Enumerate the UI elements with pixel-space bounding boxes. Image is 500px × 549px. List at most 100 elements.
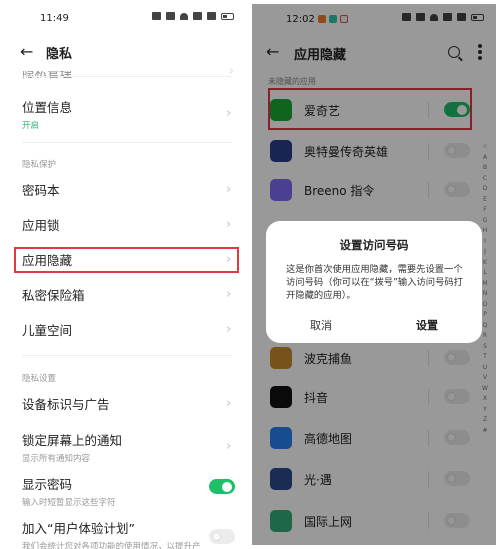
hide-app-toggle[interactable]: [444, 513, 470, 528]
index-letter[interactable]: Y: [483, 405, 487, 416]
app-row[interactable]: 国际上网: [252, 501, 496, 541]
index-letter[interactable]: C: [483, 174, 487, 185]
index-letter[interactable]: O: [483, 300, 488, 311]
wifi-icon: [430, 13, 438, 21]
hide-app-toggle[interactable]: [444, 182, 470, 197]
section-header-privacy-settings: 隐私设置: [22, 374, 57, 384]
back-arrow-icon[interactable]: ←: [20, 42, 33, 62]
notification-app-icon: [328, 15, 337, 23]
index-letter[interactable]: A: [483, 153, 487, 164]
app-row[interactable]: 抖音: [252, 377, 496, 417]
nfc-icon: [402, 13, 411, 21]
signal-icon: [207, 12, 216, 20]
index-letter[interactable]: B: [483, 163, 487, 174]
index-letter[interactable]: S: [483, 342, 487, 353]
index-letter[interactable]: G: [483, 216, 488, 227]
item-label: 位置信息: [22, 100, 73, 115]
index-letter[interactable]: U: [483, 363, 487, 374]
app-row[interactable]: 光·遇: [252, 459, 496, 499]
index-letter[interactable]: P: [483, 310, 487, 321]
index-letter[interactable]: K: [483, 258, 487, 269]
index-letter[interactable]: N: [483, 289, 488, 300]
index-letter[interactable]: R: [483, 331, 487, 342]
status-time-text: 12:02: [286, 14, 315, 25]
app-row[interactable]: 奥特曼传奇英雄: [252, 131, 496, 171]
page-title: 应用隐藏: [294, 48, 347, 63]
index-letter[interactable]: J: [484, 247, 486, 258]
status-icons: [152, 12, 234, 20]
hide-app-toggle[interactable]: [444, 389, 470, 404]
index-letter[interactable]: Q: [483, 321, 488, 332]
show-password-toggle[interactable]: [209, 479, 235, 494]
notification-app-icon: [317, 15, 326, 23]
status-bar: 11:49: [0, 0, 248, 36]
app-name: 奥特曼传奇英雄: [304, 145, 389, 159]
app-name: 光·遇: [304, 473, 332, 487]
hide-app-toggle[interactable]: [444, 471, 470, 486]
index-letter[interactable]: W: [482, 384, 488, 395]
hide-app-toggle[interactable]: [444, 143, 470, 158]
app-row[interactable]: Breeno 指令: [252, 170, 496, 210]
signal-icon: [457, 13, 466, 21]
chevron-right-icon: ›: [226, 322, 232, 337]
header: ← 隐私: [0, 36, 248, 70]
index-letter[interactable]: H: [483, 226, 488, 237]
right-phone-screen: 12:02 ← 应用隐藏 未隐藏的应用 爱奇艺 奥特曼传奇英雄 Breeno 指令波…: [252, 4, 496, 545]
divider: [428, 350, 429, 366]
nfc-icon: [152, 12, 161, 20]
app-icon: [270, 179, 292, 201]
notification-app-icon: [339, 15, 348, 23]
menu-item-app-lock[interactable]: 应用锁 ›: [0, 215, 248, 235]
back-arrow-icon[interactable]: ←: [266, 42, 279, 62]
dialog-title: 设置访问号码: [339, 238, 409, 252]
section-header-privacy-protection: 隐私保护: [22, 160, 57, 170]
index-letter[interactable]: T: [483, 352, 487, 363]
index-letter[interactable]: ☆: [482, 142, 487, 153]
app-icon: [270, 510, 292, 532]
toggle-knob: [212, 532, 221, 541]
chevron-right-icon: ›: [226, 287, 232, 302]
index-letter[interactable]: X: [483, 394, 487, 405]
vibrate-icon: [166, 12, 175, 20]
app-row[interactable]: 高德地图: [252, 418, 496, 458]
menu-item-password-book[interactable]: 密码本 ›: [0, 180, 248, 200]
app-row[interactable]: 波克捕鱼: [252, 338, 496, 378]
menu-item-location[interactable]: 位置信息 开启 ›: [0, 97, 248, 131]
app-icon: [270, 140, 292, 162]
item-label: 应用锁: [22, 218, 60, 233]
sim-icon: [443, 13, 452, 21]
index-letter[interactable]: L: [483, 268, 486, 279]
user-experience-toggle[interactable]: [209, 529, 235, 544]
index-letter[interactable]: I: [484, 237, 486, 248]
header: ← 应用隐藏: [252, 38, 496, 68]
dialog-message: 这是你首次使用应用隐藏，需要先设置一个访问号码（你可以在“拨号”输入访问号码打开…: [286, 264, 463, 301]
index-letter[interactable]: V: [483, 373, 487, 384]
index-letter[interactable]: #: [482, 426, 487, 437]
cancel-button[interactable]: 取消: [276, 317, 366, 333]
vibrate-icon: [416, 13, 425, 21]
index-letter[interactable]: M: [482, 279, 487, 290]
status-bar: 12:02: [252, 4, 496, 34]
menu-item-kids-space[interactable]: 儿童空间 ›: [0, 320, 248, 340]
hide-app-toggle[interactable]: [444, 430, 470, 445]
divider: [22, 142, 232, 143]
search-icon[interactable]: [448, 46, 460, 58]
status-time: 12:02: [286, 14, 348, 25]
set-button[interactable]: 设置: [382, 317, 472, 333]
index-letter[interactable]: Z: [483, 415, 487, 426]
index-letter[interactable]: D: [483, 184, 488, 195]
chevron-right-icon: ›: [226, 396, 232, 411]
app-name: 高德地图: [304, 432, 353, 446]
highlight-box: [14, 247, 239, 273]
menu-item-device-id-ads[interactable]: 设备标识与广告 ›: [0, 394, 248, 414]
hide-app-toggle[interactable]: [444, 350, 470, 365]
menu-item-private-safe[interactable]: 私密保险箱 ›: [0, 285, 248, 305]
menu-item-lockscreen-notifications[interactable]: 锁定屏幕上的通知 显示所有通知内容 ›: [0, 430, 248, 464]
chevron-right-icon: ›: [226, 182, 232, 197]
index-letter[interactable]: F: [483, 205, 486, 216]
more-vertical-icon[interactable]: [478, 44, 482, 60]
index-letter[interactable]: E: [483, 195, 487, 206]
toggle-knob: [447, 433, 456, 442]
status-icons: [402, 13, 484, 21]
app-icon: [270, 386, 292, 408]
